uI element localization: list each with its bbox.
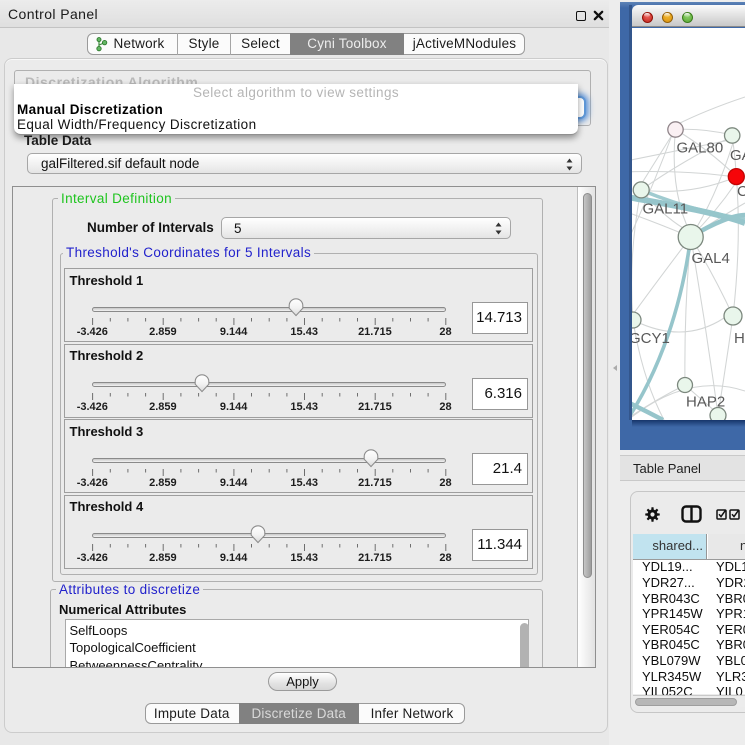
svg-text:GAL80: GAL80 bbox=[677, 140, 724, 157]
svg-text:HI: HI bbox=[734, 330, 745, 347]
svg-text:GAL11: GAL11 bbox=[643, 201, 689, 218]
svg-text:GCY1: GCY1 bbox=[632, 330, 670, 347]
svg-text:GA: GA bbox=[730, 147, 745, 164]
svg-text:C: C bbox=[737, 183, 745, 200]
svg-text:HAP2: HAP2 bbox=[686, 394, 725, 411]
svg-text:GAL4: GAL4 bbox=[692, 250, 730, 267]
